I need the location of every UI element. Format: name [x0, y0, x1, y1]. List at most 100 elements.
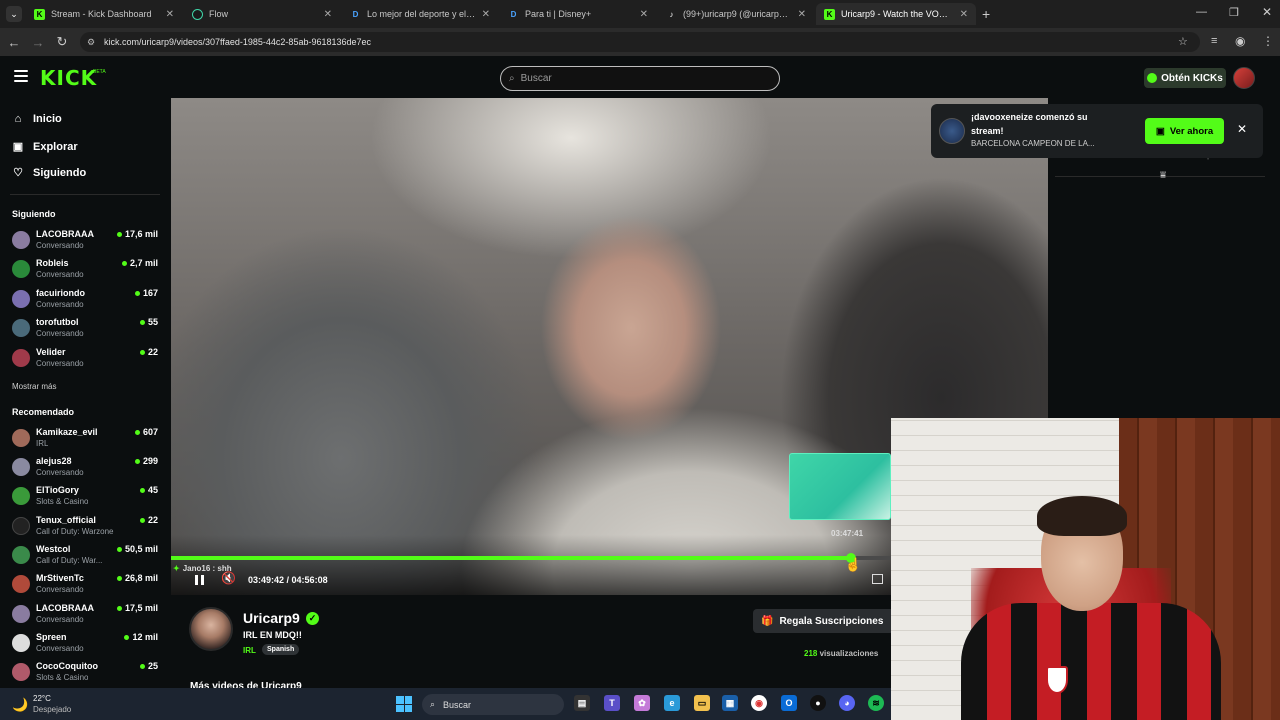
sidebar-channel[interactable]: torofutbol Conversando 55 — [12, 316, 162, 344]
following-heading: Siguiendo — [12, 209, 56, 219]
live-dot-icon — [121, 260, 127, 266]
pause-button[interactable] — [192, 573, 206, 587]
bookmark-star-icon[interactable]: ☆ — [1178, 35, 1188, 48]
category-link[interactable]: IRL — [243, 646, 256, 655]
search-icon: ⌕ — [430, 699, 436, 709]
channel-avatar — [12, 663, 30, 681]
task-view-icon[interactable]: ▤ — [574, 695, 590, 711]
channel-avatar — [12, 290, 30, 308]
site-info-icon[interactable]: ⚙ — [87, 37, 95, 48]
nav-item-explorar[interactable]: ▣ Explorar — [12, 140, 78, 154]
store-icon[interactable]: ▦ — [722, 695, 738, 711]
sidebar-channel[interactable]: CocoCoquitoo Slots & Casino 25 — [12, 660, 162, 688]
filter-icon[interactable]: ⩸ — [1160, 170, 1166, 181]
discord-icon[interactable]: ◕ — [839, 695, 855, 711]
viewer-count: 167 — [134, 288, 158, 298]
hamburger-menu-icon[interactable] — [14, 70, 28, 82]
back-icon[interactable]: ← — [2, 35, 26, 50]
live-dot-icon — [139, 517, 145, 523]
media-controls-icon[interactable]: ≡ — [1211, 35, 1217, 47]
show-more-link[interactable]: Mostrar más — [12, 382, 56, 391]
copilot-icon[interactable]: ✿ — [634, 695, 650, 711]
spotify-icon[interactable]: ≋ — [868, 695, 884, 711]
sparkle-icon: ✦ — [173, 564, 180, 573]
profile-icon[interactable]: ◉ — [1235, 34, 1245, 48]
sidebar-channel[interactable]: ElTioGory Slots & Casino 45 — [12, 484, 162, 512]
sidebar-channel[interactable]: Tenux_official Call of Duty: Warzone 22 — [12, 514, 162, 542]
sidebar-channel[interactable]: Robleis Conversando 2,7 mil — [12, 257, 162, 285]
user-avatar[interactable] — [1233, 67, 1255, 89]
taskbar-search[interactable]: ⌕ Buscar — [422, 694, 564, 715]
sidebar-channel[interactable]: Spreen Conversando 12 mil — [12, 631, 162, 659]
channel-avatar[interactable] — [189, 607, 233, 651]
close-tab-icon[interactable]: ✕ — [482, 9, 490, 20]
close-tab-icon[interactable]: ✕ — [640, 9, 648, 20]
restore-icon[interactable]: ❐ — [1229, 6, 1239, 19]
file-explorer-icon[interactable]: ▭ — [694, 695, 710, 711]
teams-icon[interactable]: T — [604, 695, 620, 711]
browser-tab[interactable]: ♪ (99+)uricarp9 (@uricarp9) | Tik ✕ — [658, 3, 814, 25]
close-tab-icon[interactable]: ✕ — [960, 9, 968, 20]
get-kicks-button[interactable]: Obtén KICKs — [1144, 68, 1226, 88]
browser-tab[interactable]: D Para ti | Disney+ ✕ — [500, 3, 656, 25]
viewer-count: 17,6 mil — [116, 229, 158, 239]
reload-icon[interactable]: ↻ — [50, 34, 74, 50]
picture-in-picture-icon[interactable] — [872, 574, 883, 584]
sidebar-channel[interactable]: Velider Conversando 22 — [12, 346, 162, 374]
minimize-icon[interactable]: — — [1196, 6, 1207, 18]
live-dot-icon — [134, 429, 140, 435]
jersey — [961, 603, 1221, 720]
live-dot-icon — [139, 487, 145, 493]
sidebar-channel[interactable]: Westcol Call of Duty: War... 50,5 mil — [12, 543, 162, 571]
sidebar-channel[interactable]: alejus28 Conversando 299 — [12, 455, 162, 483]
moon-weather-icon[interactable]: 🌙 — [12, 697, 28, 713]
forward-icon[interactable]: → — [26, 35, 50, 50]
new-tab-icon[interactable]: + — [982, 6, 990, 22]
outlook-icon[interactable]: O — [781, 695, 797, 711]
channel-name[interactable]: Uricarp9 — [243, 610, 300, 626]
browser-tab[interactable]: D Lo mejor del deporte y el entre ✕ — [342, 3, 498, 25]
close-window-icon[interactable]: ✕ — [1262, 5, 1272, 19]
menu-kebab-icon[interactable]: ⋮ — [1262, 34, 1274, 48]
tab-search-icon[interactable]: ⌄ — [6, 6, 22, 22]
close-tab-icon[interactable]: ✕ — [166, 9, 174, 20]
sidebar-channel[interactable]: MrStivenTc Conversando 26,8 mil — [12, 572, 162, 600]
nav-item-siguiendo[interactable]: ♡ Siguiendo — [12, 166, 86, 180]
gift-icon: 🎁 — [761, 615, 774, 627]
channel-avatar — [12, 319, 30, 337]
obs-icon[interactable]: ● — [810, 695, 826, 711]
kick-logo[interactable]: KICK — [40, 66, 97, 90]
watch-now-button[interactable]: ▣ Ver ahora — [1145, 118, 1224, 144]
live-dot-icon — [116, 605, 122, 611]
language-tag[interactable]: Spanish — [262, 644, 300, 655]
chrome-icon[interactable]: ◉ — [751, 695, 767, 711]
sidebar-channel[interactable]: LACOBRAAA Conversando 17,6 mil — [12, 228, 162, 256]
nav-item-inicio[interactable]: ⌂ Inicio — [12, 113, 62, 125]
mouse-cursor-icon: ☝ — [845, 557, 862, 572]
browser-tab[interactable]: Flow ✕ — [184, 3, 340, 25]
live-dot-icon — [134, 290, 140, 296]
notification-subtitle: BARCELONA CAMPEON DE LA... — [971, 139, 1095, 148]
live-dot-icon — [139, 319, 145, 325]
close-icon[interactable]: ✕ — [1237, 122, 1247, 136]
mute-icon[interactable]: 🔇 — [221, 571, 236, 585]
sidebar-channel[interactable]: LACOBRAAA Conversando 17,5 mil — [12, 602, 162, 630]
gift-subscriptions-button[interactable]: 🎁 Regala Suscripciones — [753, 609, 894, 633]
close-tab-icon[interactable]: ✕ — [324, 9, 332, 20]
search-input[interactable]: ⌕ Buscar — [500, 66, 780, 91]
viewer-count: 17,5 mil — [116, 603, 158, 613]
viewer-count: 607 — [134, 427, 158, 437]
sidebar-channel[interactable]: facuiriondo Conversando 167 — [12, 287, 162, 315]
windows-start-icon[interactable] — [396, 696, 412, 712]
close-tab-icon[interactable]: ✕ — [798, 9, 806, 20]
edge-icon[interactable]: e — [664, 695, 680, 711]
browser-tab[interactable]: K Stream - Kick Dashboard ✕ — [26, 3, 182, 25]
viewer-count: 25 — [139, 661, 158, 671]
viewer-count: 50,5 mil — [116, 544, 158, 554]
sidebar-channel[interactable]: Kamikaze_evil IRL 607 — [12, 426, 162, 454]
divider — [10, 194, 160, 195]
time-display: 03:49:42 / 04:56:08 — [248, 575, 328, 585]
browser-tab-active[interactable]: K Uricarp9 - Watch the VOD on K ✕ — [816, 3, 976, 25]
url-bar[interactable]: ⚙ kick.com/uricarp9/videos/307ffaed-1985… — [80, 32, 1200, 52]
stream-title: IRL EN MDQ!! — [243, 630, 302, 640]
